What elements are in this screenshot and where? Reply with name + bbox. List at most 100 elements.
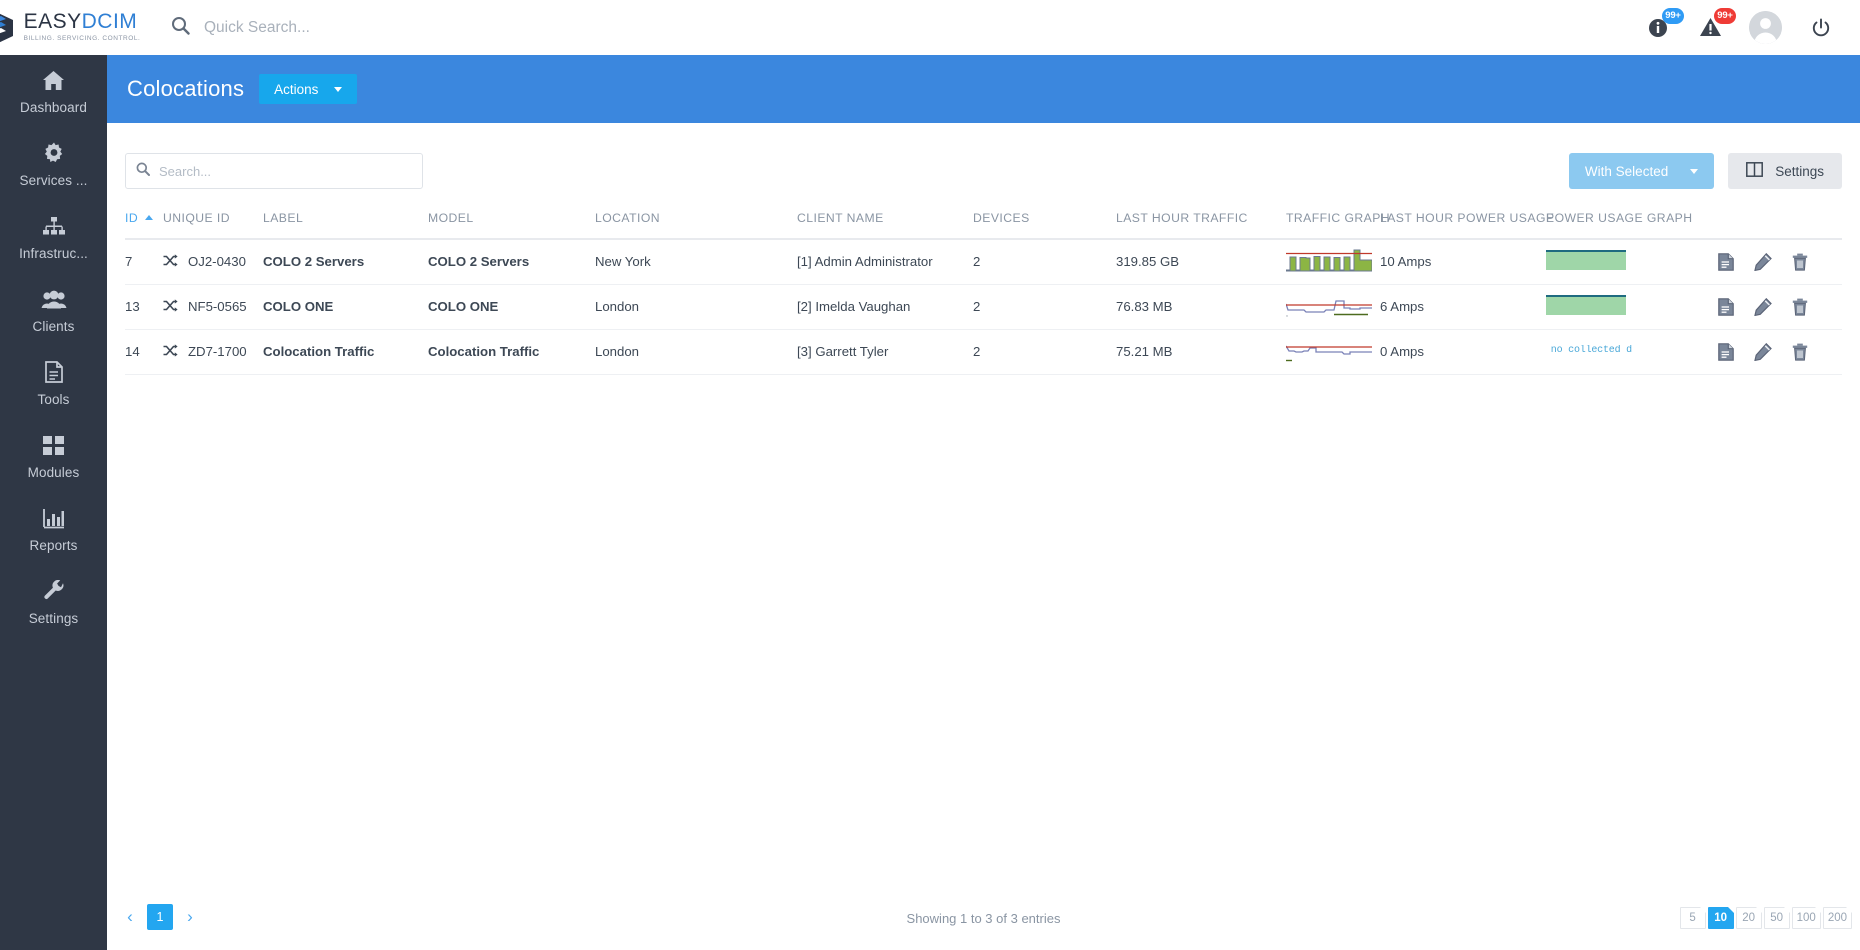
cell-devices: 2	[973, 239, 1116, 285]
cell-id: 14	[125, 329, 163, 375]
cell-label: COLO 2 Servers	[263, 239, 428, 285]
chevron-down-icon	[334, 86, 343, 92]
column-header-label[interactable]: LABEL	[263, 211, 428, 240]
sidebar-item-reports[interactable]: Reports	[0, 493, 107, 566]
sidebar-item-label: Modules	[27, 465, 80, 480]
power-usage-sparkline-chart	[1546, 250, 1626, 271]
cell-actions	[1718, 329, 1842, 375]
topbar-icon-group: 99+ 99+	[1645, 7, 1834, 44]
cell-unique-id-text: OJ2-0430	[188, 254, 246, 270]
column-header-label: ID	[125, 211, 139, 225]
column-header-power-usage-graph[interactable]: POWER USAGE GRAPH	[1546, 211, 1718, 240]
traffic-sparkline-chart	[1285, 300, 1372, 317]
cell-power-usage-graph	[1546, 284, 1718, 330]
column-header-last-hour-power-usage[interactable]: LAST HOUR POWER USAGE	[1380, 211, 1554, 240]
logout-button[interactable]	[1808, 15, 1834, 41]
cell-devices: 2	[973, 329, 1116, 375]
column-header-actions	[1718, 211, 1842, 240]
table-settings-button[interactable]: Settings	[1728, 153, 1842, 189]
sitemap-icon	[42, 215, 66, 237]
table-row[interactable]: 13 NF5-0565 COLO ONE COLO ONE London [2]…	[125, 284, 1842, 330]
sidebar-item-services[interactable]: Services ...	[0, 128, 107, 201]
edit-pencil-icon[interactable]	[1754, 297, 1772, 316]
shuffle-icon	[163, 254, 178, 270]
sidebar-item-infrastructure[interactable]: Infrastruc...	[0, 201, 107, 274]
column-header-model[interactable]: MODEL	[428, 211, 595, 240]
columns-icon	[1746, 162, 1764, 180]
cell-unique-id: NF5-0565	[163, 284, 263, 330]
search-icon	[136, 162, 150, 181]
page-size-option-200[interactable]: 200	[1822, 907, 1853, 929]
cell-client-name: [1] Admin Administrator	[797, 239, 973, 285]
column-header-traffic-graph[interactable]: TRAFFIC GRAPH	[1286, 211, 1390, 240]
sidebar-item-modules[interactable]: Modules	[0, 420, 107, 493]
column-header-client-name[interactable]: CLIENT NAME	[797, 211, 973, 240]
actions-button-label: Actions	[274, 81, 319, 97]
info-badge-count: 99+	[1662, 7, 1684, 24]
cell-location: London	[595, 329, 797, 375]
search-input[interactable]	[159, 163, 389, 179]
sort-ascending-icon	[145, 215, 154, 220]
page-size-option-5[interactable]: 5	[1679, 907, 1706, 929]
column-header-last-hour-traffic[interactable]: LAST HOUR TRAFFIC	[1116, 211, 1286, 240]
table-toolbar: With Selected Settings	[125, 153, 1842, 189]
actions-button[interactable]: Actions	[259, 74, 358, 104]
brand-logo-area[interactable]: EASYDCIM BILLING. SERVICING. CONTROL.	[0, 0, 140, 55]
sidebar-item-clients[interactable]: Clients	[0, 274, 107, 347]
chevron-down-icon	[1690, 168, 1699, 174]
cell-label: Colocation Traffic	[263, 329, 428, 375]
sidebar-item-dashboard[interactable]: Dashboard	[0, 55, 107, 128]
cell-last-hour-power-usage: 10 Amps	[1380, 239, 1546, 285]
column-header-devices[interactable]: DEVICES	[973, 211, 1116, 240]
sidebar-item-label: Tools	[37, 392, 70, 407]
with-selected-button[interactable]: With Selected	[1568, 153, 1715, 189]
search-icon	[171, 16, 190, 40]
page-size-option-10[interactable]: 10	[1707, 907, 1734, 929]
shuffle-icon	[163, 343, 178, 360]
page-size-option-100[interactable]: 100	[1791, 907, 1822, 929]
cell-client-name: [2] Imelda Vaughan	[797, 284, 973, 330]
main-content-area: With Selected Settings ID	[107, 123, 1860, 950]
info-notifications-button[interactable]: 99+	[1645, 7, 1684, 41]
cell-unique-id-text: NF5-0565	[188, 299, 247, 314]
cell-model: COLO 2 Servers	[428, 239, 595, 285]
quick-search-input[interactable]	[204, 18, 624, 37]
grid-squares-icon	[43, 434, 64, 456]
delete-trash-icon[interactable]	[1792, 343, 1808, 361]
edit-pencil-icon[interactable]	[1754, 252, 1772, 271]
alert-notifications-button[interactable]: 99+	[1697, 7, 1736, 41]
sidebar-item-label: Settings	[28, 611, 79, 626]
sidebar-item-label: Services ...	[19, 173, 88, 188]
easydcim-cube-logo-icon	[0, 12, 15, 44]
sidebar-item-label: Clients	[32, 319, 75, 334]
delete-trash-icon[interactable]	[1792, 253, 1808, 271]
entries-info-text: Showing 1 to 3 of 3 entries	[906, 911, 1061, 926]
document-icon[interactable]	[1718, 297, 1734, 316]
cell-id: 13	[125, 284, 163, 330]
column-header-id[interactable]: ID	[125, 211, 163, 240]
home-icon	[42, 69, 65, 91]
page-size-option-20[interactable]: 20	[1735, 907, 1762, 929]
traffic-sparkline-chart	[1285, 345, 1372, 362]
page-size-option-50[interactable]: 50	[1763, 907, 1790, 929]
avatar[interactable]	[1749, 11, 1782, 44]
column-header-unique-id[interactable]: UNIQUE ID	[163, 211, 263, 240]
document-icon[interactable]	[1718, 252, 1734, 271]
column-header-location[interactable]: LOCATION	[595, 211, 797, 240]
cell-last-hour-power-usage: 6 Amps	[1380, 284, 1546, 330]
delete-trash-icon[interactable]	[1792, 298, 1808, 316]
sidebar-item-settings[interactable]: Settings	[0, 566, 107, 639]
edit-pencil-icon[interactable]	[1754, 342, 1772, 361]
file-lines-icon	[44, 361, 63, 383]
sidebar-item-tools[interactable]: Tools	[0, 347, 107, 420]
no-collected-data-message: re is no collected d	[1546, 345, 1632, 356]
cell-client-name: [3] Garrett Tyler	[797, 329, 973, 375]
sidebar-item-label: Infrastruc...	[19, 246, 88, 261]
document-icon[interactable]	[1718, 342, 1734, 361]
table-row[interactable]: 7 OJ2-0430 COLO 2 Servers COLO 2 Servers…	[125, 239, 1842, 285]
cell-location: London	[595, 284, 797, 330]
table-search-box[interactable]	[125, 153, 423, 189]
cell-last-hour-power-usage: 0 Amps	[1380, 329, 1546, 375]
table-header-row: ID UNIQUE ID LABEL MODEL LOCATION CLIENT…	[125, 211, 1842, 240]
table-row[interactable]: 14 ZD7-1700 Colocation Traffic Colocatio…	[125, 329, 1842, 375]
